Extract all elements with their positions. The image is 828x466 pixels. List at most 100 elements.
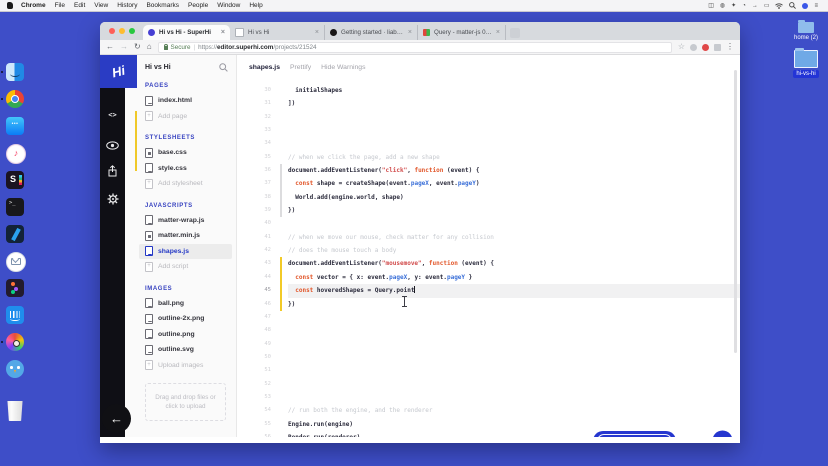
code-text[interactable]	[288, 364, 740, 377]
browser-tab-hi-vs-hi-superhi[interactable]: Hi vs Hi - SuperHi ×	[143, 25, 230, 40]
search-icon[interactable]	[789, 2, 797, 9]
sidebar-item-matter-min-js[interactable]: matter.min.js	[145, 228, 236, 244]
code-text[interactable]: })	[288, 298, 740, 311]
code-text[interactable]	[288, 378, 740, 391]
new-tab-button[interactable]	[510, 28, 520, 38]
desktop-folder-hi-vs-hi[interactable]: hi-vs-hi	[788, 48, 824, 78]
close-window-button[interactable]	[109, 28, 115, 34]
tab-close-icon[interactable]: ×	[315, 29, 319, 36]
code-text[interactable]	[288, 111, 740, 124]
sidebar-item-matter-wrap-js[interactable]: matter-wrap.js	[145, 213, 236, 229]
code-text[interactable]: ])	[288, 97, 740, 110]
menu-help[interactable]: Help	[249, 2, 262, 9]
code-text[interactable]: // does the mouse touch a body	[288, 244, 740, 257]
sidebar-item-outline-svg[interactable]: outline.svg	[145, 342, 236, 358]
menu-file[interactable]: File	[55, 2, 65, 9]
code-text[interactable]: document.addEventListener("mousemove", f…	[288, 257, 740, 270]
minimize-window-button[interactable]	[119, 28, 125, 34]
bookmark-star-icon[interactable]: ☆	[678, 43, 685, 51]
menu-chrome[interactable]: Chrome	[21, 2, 46, 9]
code-editor[interactable]: 30 initialShapes 31]) 32 33 34 35// when we c…	[237, 84, 740, 437]
reload-icon[interactable]: ↻	[134, 42, 141, 52]
arrow-icon[interactable]: →	[752, 3, 758, 9]
search-icon[interactable]	[219, 63, 228, 72]
figma-icon[interactable]	[6, 279, 24, 297]
sidebar-item-ball-png[interactable]: ball.png	[145, 296, 236, 312]
chrome-menu-icon[interactable]: ⋮	[726, 43, 734, 51]
menu-people[interactable]: People	[188, 2, 208, 9]
code-text[interactable]: // when we move our mouse, check matter …	[288, 231, 740, 244]
code-text[interactable]: World.add(engine.world, shape)	[288, 191, 740, 204]
sidebar-item-base-css[interactable]: base.css	[145, 145, 236, 161]
wifi-icon[interactable]	[775, 2, 784, 9]
sidebar-item-style-css[interactable]: style.css	[145, 161, 236, 177]
code-text[interactable]	[288, 324, 740, 337]
display-icon[interactable]: ◫	[708, 3, 714, 9]
spark-icon[interactable]: ✦	[731, 3, 736, 9]
vscode-icon[interactable]	[6, 225, 24, 243]
back-arrow-overlay-button[interactable]: ←	[102, 404, 131, 433]
code-text[interactable]	[288, 124, 740, 137]
code-text[interactable]: document.addEventListener("click", funct…	[288, 164, 740, 177]
sidebar-item-add-script[interactable]: Add script	[145, 259, 236, 275]
monitor-icon[interactable]: ▭	[764, 3, 770, 9]
code-text[interactable]	[288, 311, 740, 324]
back-icon[interactable]: ←	[106, 42, 114, 52]
extension-icon[interactable]	[690, 43, 697, 51]
adblock-extension-icon[interactable]	[702, 43, 709, 51]
list-icon[interactable]: ≡	[814, 3, 818, 9]
tab-close-icon[interactable]: ×	[496, 29, 500, 36]
code-text[interactable]	[288, 391, 740, 404]
terminal-icon[interactable]	[6, 198, 24, 216]
browser-tab-getting-started-liabru-matter[interactable]: Getting started · liabru/matter… ×	[325, 25, 418, 40]
tab-close-icon[interactable]: ×	[408, 29, 412, 36]
sidebar-item-add-page[interactable]: Add page	[145, 109, 236, 125]
code-text[interactable]	[288, 351, 740, 364]
sidebar-item-shapes-js[interactable]: shapes.js	[139, 243, 232, 259]
siri-icon[interactable]	[802, 2, 809, 9]
zoom-window-button[interactable]	[129, 28, 135, 34]
code-text[interactable]: Engine.run(engine)	[288, 418, 740, 431]
chrome-icon[interactable]	[1, 90, 24, 108]
code-text[interactable]: // when we click the page, add a new sha…	[288, 151, 740, 164]
messages-icon[interactable]	[6, 117, 24, 135]
menu-edit[interactable]: Edit	[74, 2, 85, 9]
ask-question-button[interactable]: Ask a question	[593, 431, 676, 437]
browser-tab-query-matter-js-0-14-2-phy[interactable]: Query - matter-js 0.14.2 Phy… ×	[418, 25, 506, 40]
itunes-icon[interactable]	[6, 144, 26, 164]
code-text[interactable]: const hoveredShapes = Query.point	[288, 284, 740, 298]
extension-icon-disabled[interactable]	[714, 43, 721, 51]
slack-icon[interactable]	[6, 171, 24, 189]
settings-gear-icon[interactable]	[100, 192, 125, 210]
code-text[interactable]: const shape = createShape(event.pageX, e…	[288, 177, 740, 190]
finder-icon[interactable]	[1, 63, 24, 81]
movie-icon[interactable]	[1, 333, 24, 351]
tab-close-icon[interactable]: ×	[221, 29, 225, 36]
code-text[interactable]	[288, 338, 740, 351]
record-icon[interactable]: ◍	[720, 3, 725, 9]
twitter-icon[interactable]	[6, 360, 24, 378]
share-upload-icon[interactable]	[100, 164, 125, 182]
desktop-folder-home[interactable]: home (2)	[790, 20, 822, 41]
upload-dropzone[interactable]: Drag and drop files or click to upload	[145, 383, 226, 421]
mail-icon[interactable]	[6, 252, 26, 272]
code-text[interactable]: })	[288, 204, 740, 217]
code-text[interactable]	[288, 137, 740, 150]
superhi-logo[interactable]: Hi	[100, 55, 137, 88]
clock-icon[interactable]: ◔	[742, 3, 746, 9]
sidebar-item-index-html[interactable]: index.html	[145, 93, 236, 109]
code-text[interactable]: // run both the engine, and the renderer	[288, 404, 740, 417]
forward-icon[interactable]: →	[120, 42, 128, 52]
code-text[interactable]: const vector = { x: event.pageX, y: even…	[288, 271, 740, 284]
home-icon[interactable]: ⌂	[147, 42, 152, 52]
sidebar-item-outline-png[interactable]: outline.png	[145, 327, 236, 343]
help-smiley-button[interactable]	[712, 430, 733, 437]
code-view-icon[interactable]: <>	[100, 111, 125, 119]
menu-bookmarks[interactable]: Bookmarks	[146, 2, 179, 9]
editor-scrollbar[interactable]	[734, 70, 737, 353]
code-text[interactable]: initialShapes	[288, 84, 740, 97]
browser-tab-hi-vs-hi[interactable]: Hi vs Hi ×	[230, 25, 325, 40]
menu-view[interactable]: View	[94, 2, 108, 9]
menu-history[interactable]: History	[117, 2, 137, 9]
preview-eye-icon[interactable]	[100, 137, 125, 155]
